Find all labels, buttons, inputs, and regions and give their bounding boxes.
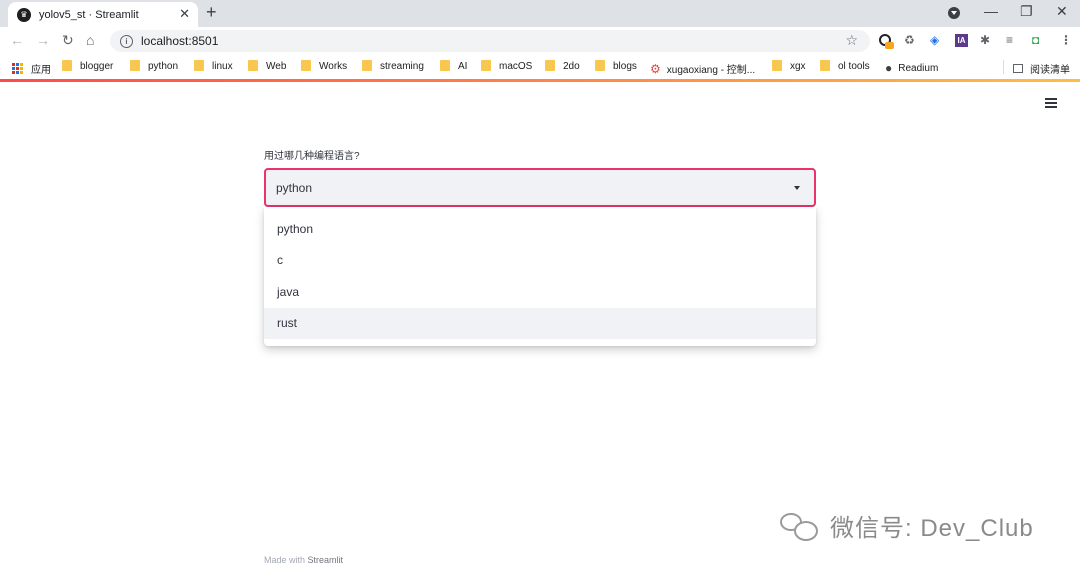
url-text[interactable]: localhost:8501 (141, 34, 218, 48)
selectbox-label: 用过哪几种编程语言? (264, 151, 360, 162)
bookmark-label: xgx (790, 61, 806, 72)
globe-icon: ● (885, 61, 893, 75)
bookmark-python[interactable]: python (130, 60, 179, 72)
option-java[interactable]: java (264, 276, 816, 308)
dropdown-listbox: python c java rust (264, 207, 816, 346)
reading-list-icon (1013, 64, 1023, 73)
folder-icon (440, 60, 450, 71)
bookmark-label: macOS (499, 61, 533, 72)
footer: Made with Streamlit (264, 555, 343, 565)
reading-mode-icon[interactable]: ≡ (1006, 33, 1013, 47)
bookmark-xugaoxiang[interactable]: ⚙ xugaoxiang - 控制... (650, 61, 756, 77)
folder-icon (595, 60, 605, 71)
bookmark-blogs[interactable]: blogs (595, 60, 637, 72)
language-selectbox[interactable]: python (264, 168, 816, 207)
tab-search-icon[interactable] (948, 7, 960, 19)
bookmark-apps[interactable]: 应用 (12, 61, 51, 76)
bookmark-streaming[interactable]: streaming (362, 60, 424, 72)
bookmark-web[interactable]: Web (248, 60, 287, 72)
reading-list[interactable]: 阅读清单 (1013, 61, 1070, 76)
bookmark-label: blogs (613, 61, 637, 72)
folder-icon (481, 60, 491, 71)
bookmark-label: python (148, 61, 179, 72)
option-c[interactable]: c (264, 245, 816, 277)
folder-icon (772, 60, 782, 71)
bookmark-blogger[interactable]: blogger (62, 60, 114, 72)
extensions-puzzle-icon[interactable]: ✱ (980, 33, 990, 47)
bookmark-label: linux (212, 61, 233, 72)
browser-tab[interactable]: ♛ yolov5_st · Streamlit ✕ (8, 2, 198, 27)
bookmark-xgx[interactable]: xgx (772, 60, 806, 72)
restore-button[interactable]: ❐ (1020, 3, 1033, 20)
tab-title: yolov5_st · Streamlit (39, 8, 139, 21)
ia-extension-icon[interactable]: IA (955, 34, 968, 47)
bookmark-label: 2do (563, 61, 580, 72)
bookmark-ol-tools[interactable]: ol tools (820, 60, 870, 72)
profile-extension-icon[interactable]: ◘ (1032, 33, 1039, 47)
bookmark-2do[interactable]: 2do (545, 60, 580, 72)
bookmarks-bar: 应用 blogger python linux Web Works stream… (0, 55, 1080, 79)
folder-icon (130, 60, 140, 71)
apps-grid-icon (12, 63, 23, 74)
bookmark-label: blogger (80, 61, 114, 72)
reload-button[interactable]: ↻ (62, 32, 74, 49)
folder-icon (301, 60, 311, 71)
tab-close-icon[interactable]: ✕ (179, 6, 190, 22)
bookmark-label: xugaoxiang - 控制... (666, 65, 756, 76)
gear-icon: ⚙ (650, 61, 661, 76)
bookmark-works[interactable]: Works (301, 60, 348, 72)
bookmark-linux[interactable]: linux (194, 60, 233, 72)
bookmark-label: Web (266, 61, 287, 72)
folder-icon (62, 60, 72, 71)
folder-icon (362, 60, 372, 71)
folder-icon (820, 60, 830, 71)
tab-strip: ♛ yolov5_st · Streamlit ✕ + — ❐ ✕ (0, 0, 1080, 27)
footer-prefix: Made with (264, 555, 308, 565)
folder-icon (545, 60, 555, 71)
address-bar[interactable]: i localhost:8501 ☆ (110, 30, 870, 52)
bookmark-label: streaming (380, 61, 424, 72)
bookmarks-divider (1003, 60, 1004, 74)
folder-icon (194, 60, 204, 71)
bookmark-ai[interactable]: AI (440, 60, 468, 72)
new-tab-button[interactable]: + (206, 2, 217, 23)
bookmark-readium[interactable]: ● Readium (885, 61, 938, 75)
wechat-icon (780, 511, 820, 541)
close-window-button[interactable]: ✕ (1056, 3, 1068, 20)
extension-badge-icon (885, 42, 894, 49)
bookmark-label: AI (458, 61, 468, 72)
main-menu-icon[interactable] (1045, 98, 1057, 108)
streamlit-link[interactable]: Streamlit (308, 555, 344, 565)
bookmark-label: Works (319, 61, 348, 72)
minimize-button[interactable]: — (984, 3, 998, 19)
bookmark-label: ol tools (838, 61, 870, 72)
site-info-icon[interactable]: i (120, 34, 133, 48)
watermark-text: 微信号: Dev_Club (830, 515, 1034, 542)
option-python[interactable]: python (264, 213, 816, 245)
folder-icon (248, 60, 258, 71)
bookmark-label: 阅读清单 (1030, 65, 1070, 76)
bookmark-label: Readium (898, 62, 939, 74)
menu-kebab-icon[interactable]: ⋮ (1060, 33, 1072, 47)
caret-down-icon[interactable] (794, 186, 800, 190)
back-button[interactable]: ← (10, 32, 24, 48)
recycle-extension-icon[interactable]: ♻ (904, 33, 915, 47)
browser-toolbar: ← → ↻ ⌂ i localhost:8501 ☆ (0, 27, 1080, 55)
streamlit-favicon-icon: ♛ (17, 7, 31, 22)
home-button[interactable]: ⌂ (86, 32, 94, 48)
forward-button[interactable]: → (36, 32, 50, 48)
watermark: 微信号: Dev_Club (780, 508, 1034, 543)
selected-value: python (276, 180, 313, 195)
streamlit-decoration-bar (0, 79, 1080, 82)
bookmark-macos[interactable]: macOS (481, 60, 533, 72)
option-rust[interactable]: rust (264, 307, 816, 339)
bookmark-star-icon[interactable]: ☆ (845, 32, 858, 49)
layers-extension-icon[interactable]: ◈ (930, 33, 939, 47)
bookmark-label: 应用 (31, 65, 51, 76)
